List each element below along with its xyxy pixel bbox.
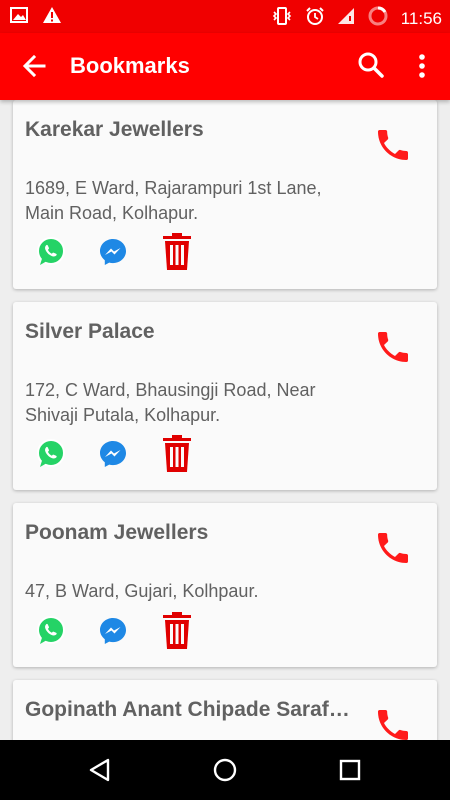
bookmark-name: Silver Palace	[25, 320, 155, 343]
bookmark-card[interactable]: Poonam Jewellers 47, B Ward, Gujari, Kol…	[13, 503, 437, 667]
phone-icon[interactable]	[373, 705, 413, 740]
bookmark-card[interactable]: Silver Palace 172, C Ward, Bhausingji Ro…	[13, 302, 437, 490]
messenger-icon[interactable]	[97, 615, 129, 647]
home-circle-icon[interactable]	[211, 756, 239, 784]
bookmark-name: Poonam Jewellers	[25, 521, 209, 544]
more-vert-icon[interactable]	[410, 51, 434, 81]
battery-icon	[367, 5, 389, 32]
whatsapp-icon[interactable]	[35, 236, 67, 268]
arrow-left-icon[interactable]	[20, 51, 50, 81]
phone-icon[interactable]	[373, 125, 413, 165]
bookmark-name: Karekar Jewellers	[25, 118, 204, 141]
messenger-icon[interactable]	[97, 438, 129, 470]
bookmark-list[interactable]: Karekar Jewellers 1689, E Ward, Rajaramp…	[0, 100, 450, 740]
alarm-icon	[305, 6, 325, 31]
whatsapp-icon[interactable]	[35, 615, 67, 647]
bookmark-card[interactable]: Karekar Jewellers 1689, E Ward, Rajaramp…	[13, 100, 437, 289]
status-time: 11:56	[400, 8, 442, 28]
recents-square-icon[interactable]	[336, 756, 364, 784]
bookmark-card[interactable]: Gopinath Anant Chipade Saraf and Sons	[13, 680, 437, 740]
bookmark-address: 1689, E Ward, Rajarampuri 1st Lane, Main…	[25, 178, 322, 223]
status-bar: 11:56	[0, 0, 450, 33]
bookmark-name: Gopinath Anant Chipade Saraf and Sons	[25, 698, 355, 721]
whatsapp-icon[interactable]	[35, 438, 67, 470]
phone-icon[interactable]	[373, 528, 413, 568]
bookmark-address: 47, B Ward, Gujari, Kolhpaur.	[25, 581, 259, 601]
warning-icon	[42, 6, 62, 29]
phone-icon[interactable]	[373, 327, 413, 367]
app-bar: Bookmarks	[0, 33, 450, 100]
back-triangle-icon[interactable]	[86, 756, 114, 784]
navigation-bar	[0, 740, 450, 800]
delete-icon[interactable]	[159, 232, 195, 272]
delete-icon[interactable]	[159, 611, 195, 651]
delete-icon[interactable]	[159, 434, 195, 474]
image-icon	[10, 6, 28, 29]
vibrate-icon	[271, 6, 293, 31]
search-icon[interactable]	[357, 51, 385, 79]
page-title: Bookmarks	[70, 53, 190, 78]
signal-icon	[337, 7, 355, 30]
bookmark-address: 172, C Ward, Bhausingji Road, Near Shiva…	[25, 380, 316, 425]
messenger-icon[interactable]	[97, 236, 129, 268]
